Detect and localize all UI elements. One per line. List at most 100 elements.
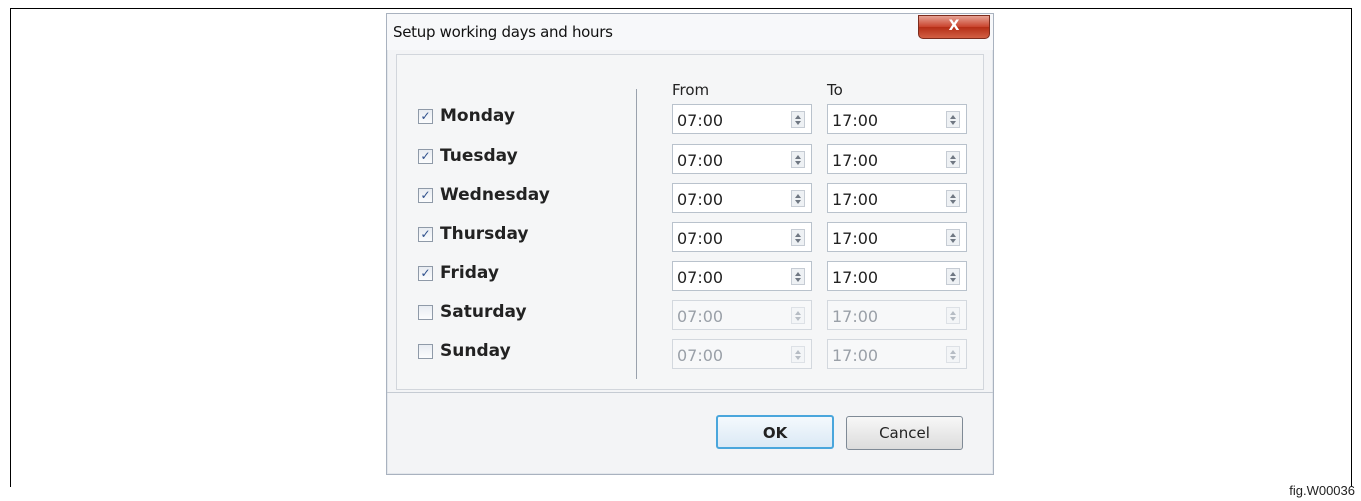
day-label: Friday <box>440 263 499 283</box>
spinner-arrows-icon[interactable] <box>946 111 960 128</box>
day-row-monday: ✓ Monday <box>418 106 618 131</box>
spin-up-icon[interactable] <box>950 350 956 354</box>
spinner-arrows-icon[interactable] <box>791 346 805 363</box>
spin-up-icon[interactable] <box>795 350 801 354</box>
from-time-sunday[interactable]: 07:00 <box>672 339 812 369</box>
dialog-title: Setup working days and hours <box>393 23 613 41</box>
spin-down-icon[interactable] <box>795 356 801 360</box>
day-label: Tuesday <box>440 146 518 166</box>
day-label: Thursday <box>440 224 529 244</box>
spin-down-icon[interactable] <box>795 161 801 165</box>
spinner-arrows-icon[interactable] <box>946 190 960 207</box>
checkbox-wednesday[interactable]: ✓ <box>418 188 433 203</box>
checkbox-friday[interactable]: ✓ <box>418 266 433 281</box>
from-time-saturday[interactable]: 07:00 <box>672 300 812 330</box>
from-time-value: 07:00 <box>677 151 724 170</box>
spinner-arrows-icon[interactable] <box>791 190 805 207</box>
spin-up-icon[interactable] <box>795 115 801 119</box>
spinner-arrows-icon[interactable] <box>791 111 805 128</box>
to-time-value: 17:00 <box>832 190 879 209</box>
spin-down-icon[interactable] <box>795 239 801 243</box>
spin-up-icon[interactable] <box>795 311 801 315</box>
from-time-friday[interactable]: 07:00 <box>672 261 812 291</box>
to-column-header: To <box>827 81 843 99</box>
to-time-value: 17:00 <box>832 268 879 287</box>
checkmark-icon: ✓ <box>420 227 431 241</box>
from-time-monday[interactable]: 07:00 <box>672 104 812 134</box>
spin-up-icon[interactable] <box>950 311 956 315</box>
spin-down-icon[interactable] <box>795 200 801 204</box>
spin-up-icon[interactable] <box>950 233 956 237</box>
from-time-value: 07:00 <box>677 268 724 287</box>
footer-separator <box>387 392 993 393</box>
from-time-tuesday[interactable]: 07:00 <box>672 144 812 174</box>
spinner-arrows-icon[interactable] <box>946 307 960 324</box>
to-time-wednesday[interactable]: 17:00 <box>827 183 967 213</box>
spinner-arrows-icon[interactable] <box>791 229 805 246</box>
checkbox-sunday[interactable] <box>418 344 433 359</box>
title-bar: Setup working days and hours X <box>387 14 993 50</box>
spin-down-icon[interactable] <box>795 317 801 321</box>
spin-down-icon[interactable] <box>950 121 956 125</box>
schedule-panel: From To ✓ Monday 07:00 17:00 ✓ Tuesday 07:00 17… <box>396 54 984 390</box>
spin-up-icon[interactable] <box>950 155 956 159</box>
checkbox-tuesday[interactable]: ✓ <box>418 149 433 164</box>
checkbox-thursday[interactable]: ✓ <box>418 227 433 242</box>
spin-down-icon[interactable] <box>950 239 956 243</box>
ok-button[interactable]: OK <box>716 415 834 449</box>
spinner-arrows-icon[interactable] <box>791 151 805 168</box>
day-row-saturday: Saturday <box>418 302 618 327</box>
spinner-arrows-icon[interactable] <box>946 268 960 285</box>
from-time-value: 07:00 <box>677 190 724 209</box>
spin-down-icon[interactable] <box>950 200 956 204</box>
to-time-friday[interactable]: 17:00 <box>827 261 967 291</box>
day-label: Monday <box>440 106 515 126</box>
spin-up-icon[interactable] <box>950 115 956 119</box>
checkmark-icon: ✓ <box>420 109 431 123</box>
spin-up-icon[interactable] <box>950 194 956 198</box>
checkmark-icon: ✓ <box>420 266 431 280</box>
working-days-dialog: Setup working days and hours X From To ✓… <box>386 13 994 475</box>
day-label: Sunday <box>440 341 511 361</box>
checkmark-icon: ✓ <box>420 188 431 202</box>
from-time-thursday[interactable]: 07:00 <box>672 222 812 252</box>
spin-up-icon[interactable] <box>795 155 801 159</box>
close-button[interactable]: X <box>918 15 990 39</box>
spin-up-icon[interactable] <box>950 272 956 276</box>
spinner-arrows-icon[interactable] <box>946 346 960 363</box>
spinner-arrows-icon[interactable] <box>946 151 960 168</box>
spin-up-icon[interactable] <box>795 194 801 198</box>
to-time-value: 17:00 <box>832 307 879 326</box>
to-time-saturday[interactable]: 17:00 <box>827 300 967 330</box>
to-time-sunday[interactable]: 17:00 <box>827 339 967 369</box>
day-row-sunday: Sunday <box>418 341 618 366</box>
cancel-button[interactable]: Cancel <box>846 416 963 450</box>
to-time-value: 17:00 <box>832 346 879 365</box>
spin-down-icon[interactable] <box>950 356 956 360</box>
spinner-arrows-icon[interactable] <box>791 268 805 285</box>
to-time-thursday[interactable]: 17:00 <box>827 222 967 252</box>
to-time-tuesday[interactable]: 17:00 <box>827 144 967 174</box>
to-time-monday[interactable]: 17:00 <box>827 104 967 134</box>
vertical-divider <box>636 89 637 379</box>
day-row-wednesday: ✓ Wednesday <box>418 185 618 210</box>
spin-up-icon[interactable] <box>795 272 801 276</box>
day-label: Wednesday <box>440 185 550 205</box>
to-time-value: 17:00 <box>832 229 879 248</box>
spinner-arrows-icon[interactable] <box>791 307 805 324</box>
spinner-arrows-icon[interactable] <box>946 229 960 246</box>
spin-up-icon[interactable] <box>795 233 801 237</box>
checkmark-icon: ✓ <box>420 149 431 163</box>
spin-down-icon[interactable] <box>795 278 801 282</box>
checkbox-saturday[interactable] <box>418 305 433 320</box>
from-time-wednesday[interactable]: 07:00 <box>672 183 812 213</box>
from-time-value: 07:00 <box>677 307 724 326</box>
day-label: Saturday <box>440 302 527 322</box>
checkbox-monday[interactable]: ✓ <box>418 109 433 124</box>
spin-down-icon[interactable] <box>950 317 956 321</box>
day-row-friday: ✓ Friday <box>418 263 618 288</box>
spin-down-icon[interactable] <box>795 121 801 125</box>
spin-down-icon[interactable] <box>950 161 956 165</box>
day-row-thursday: ✓ Thursday <box>418 224 618 249</box>
spin-down-icon[interactable] <box>950 278 956 282</box>
